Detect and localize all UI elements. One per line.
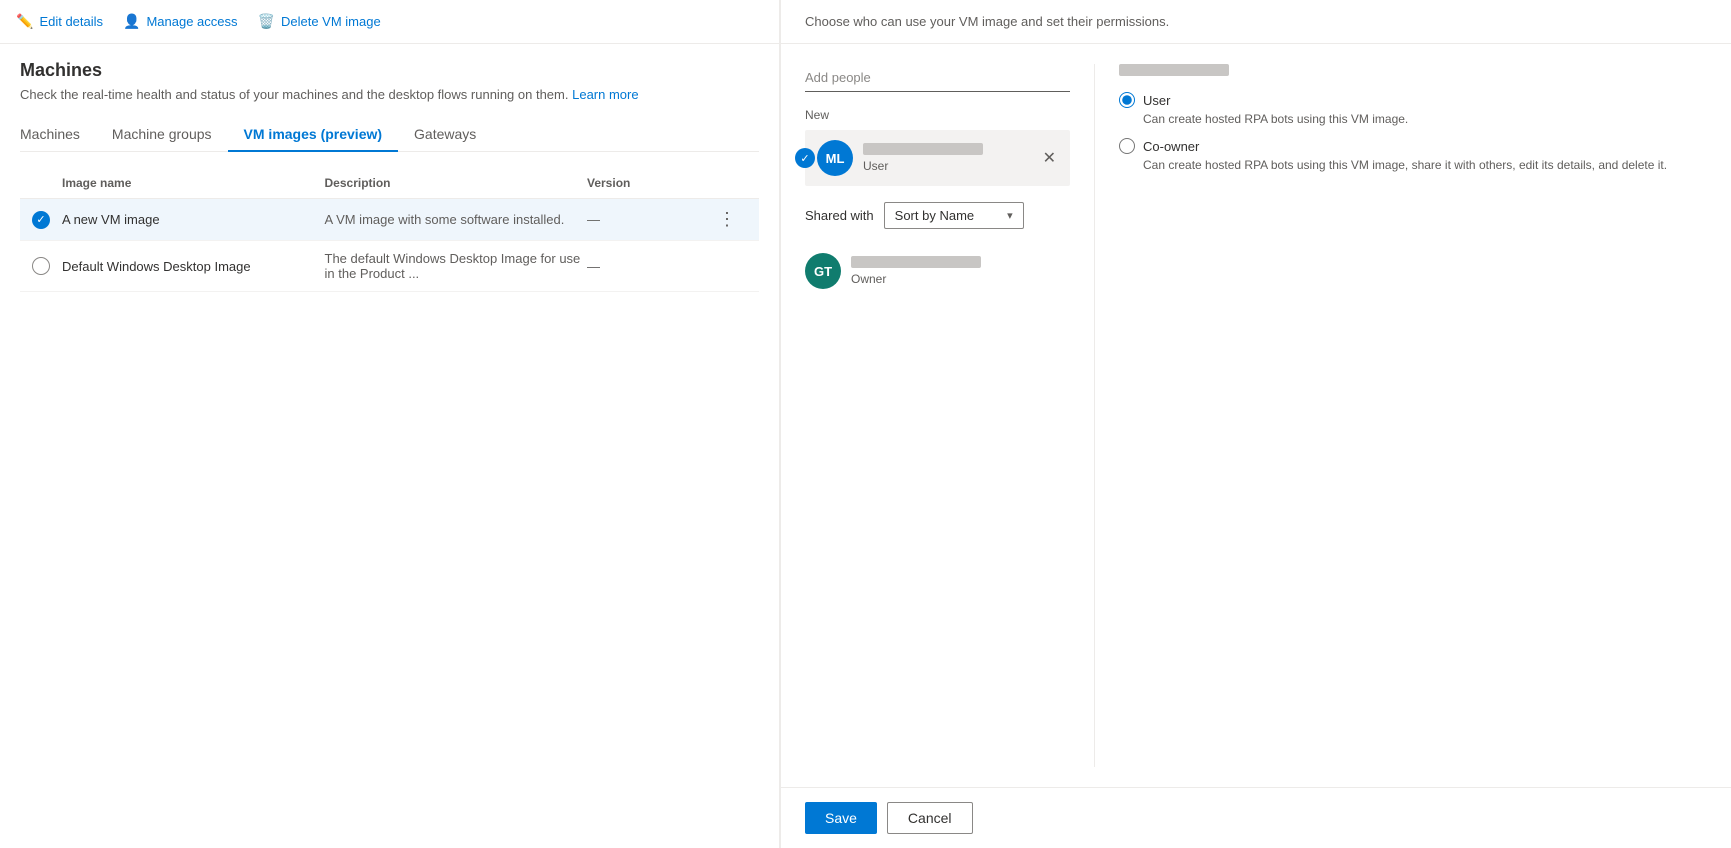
user-role: User (863, 159, 1031, 173)
delete-vm-image-button[interactable]: 🗑️ Delete VM image (258, 9, 381, 34)
sort-dropdown[interactable]: Sort by Name ▾ (884, 202, 1024, 229)
table-row[interactable]: ✓ A new VM image A VM image with some so… (20, 199, 759, 241)
page-subtitle: Check the real-time health and status of… (20, 87, 759, 102)
row-version: — (587, 259, 707, 274)
user-name-blurred (863, 143, 983, 155)
coowner-permission-item: Co-owner Can create hosted RPA bots usin… (1119, 138, 1707, 172)
delete-icon: 🗑️ (258, 13, 275, 30)
coowner-radio-label[interactable]: Co-owner (1119, 138, 1707, 154)
add-people-input[interactable] (805, 64, 1070, 92)
manage-access-label: Manage access (146, 14, 237, 29)
permission-radio-group: User Can create hosted RPA bots using th… (1119, 92, 1707, 172)
coowner-permission-description: Can create hosted RPA bots using this VM… (1119, 158, 1707, 172)
tab-gateways[interactable]: Gateways (398, 118, 492, 152)
coowner-radio-input[interactable] (1119, 138, 1135, 154)
new-user-card: ✓ ML User ✕ (805, 130, 1070, 186)
toolbar: ✏️ Edit details 👤 Manage access 🗑️ Delet… (0, 0, 779, 44)
user-radio-label[interactable]: User (1119, 92, 1707, 108)
user-permission-item: User Can create hosted RPA bots using th… (1119, 92, 1707, 126)
row-image-name: Default Windows Desktop Image (62, 259, 325, 274)
permissions-section: User Can create hosted RPA bots using th… (1095, 64, 1707, 767)
delete-vm-image-label: Delete VM image (281, 14, 381, 29)
people-section: New ✓ ML User ✕ Shared with Sort by Name… (805, 64, 1095, 767)
owner-role: Owner (851, 272, 1070, 286)
avatar: ML (817, 140, 853, 176)
save-button[interactable]: Save (805, 802, 877, 834)
row-image-name: A new VM image (62, 212, 325, 227)
main-content: Machines Check the real-time health and … (0, 44, 779, 848)
user-info: User (863, 143, 1031, 173)
row-context-menu[interactable]: ⋮ (707, 209, 747, 230)
table-row[interactable]: Default Windows Desktop Image The defaul… (20, 241, 759, 292)
sort-dropdown-text: Sort by Name (895, 208, 999, 223)
row-unselected-check (32, 257, 50, 275)
new-label: New (805, 108, 1070, 122)
owner-info: Owner (851, 256, 1070, 286)
user-permission-description: Can create hosted RPA bots using this VM… (1119, 112, 1707, 126)
chevron-down-icon: ▾ (1007, 209, 1013, 222)
edit-icon: ✏️ (16, 13, 33, 30)
tabs-bar: Machines Machine groups VM images (previ… (20, 118, 759, 152)
col-description: Description (325, 176, 588, 190)
panel-description: Choose who can use your VM image and set… (781, 0, 1731, 44)
col-image-name: Image name (62, 176, 325, 190)
permission-user-name-blurred (1119, 64, 1229, 76)
coowner-permission-label: Co-owner (1143, 139, 1199, 154)
edit-details-button[interactable]: ✏️ Edit details (16, 9, 103, 34)
manage-access-button[interactable]: 👤 Manage access (123, 9, 238, 34)
card-check-icon: ✓ (795, 148, 815, 168)
row-description: The default Windows Desktop Image for us… (325, 251, 588, 281)
row-version: — (587, 212, 707, 227)
edit-details-label: Edit details (39, 14, 103, 29)
row-selected-check: ✓ (32, 211, 50, 229)
manage-access-panel: Choose who can use your VM image and set… (780, 0, 1731, 848)
tab-vm-images[interactable]: VM images (preview) (228, 118, 399, 152)
owner-name-blurred (851, 256, 981, 268)
shared-with-label: Shared with (805, 208, 874, 223)
tab-machines[interactable]: Machines (20, 118, 96, 152)
person-icon: 👤 (123, 13, 140, 30)
tab-machine-groups[interactable]: Machine groups (96, 118, 228, 152)
left-panel: ✏️ Edit details 👤 Manage access 🗑️ Delet… (0, 0, 780, 848)
cancel-button[interactable]: Cancel (887, 802, 973, 834)
user-radio-input[interactable] (1119, 92, 1135, 108)
table-header: Image name Description Version (20, 168, 759, 199)
col-version: Version (587, 176, 707, 190)
learn-more-link[interactable]: Learn more (572, 87, 638, 102)
row-description: A VM image with some software installed. (325, 212, 588, 227)
page-title: Machines (20, 60, 759, 81)
avatar: GT (805, 253, 841, 289)
panel-footer: Save Cancel (781, 787, 1731, 848)
remove-user-button[interactable]: ✕ (1041, 146, 1058, 170)
panel-content: New ✓ ML User ✕ Shared with Sort by Name… (781, 44, 1731, 787)
shared-with-row: Shared with Sort by Name ▾ (805, 202, 1070, 229)
user-permission-label: User (1143, 93, 1170, 108)
owner-row: GT Owner (805, 245, 1070, 297)
